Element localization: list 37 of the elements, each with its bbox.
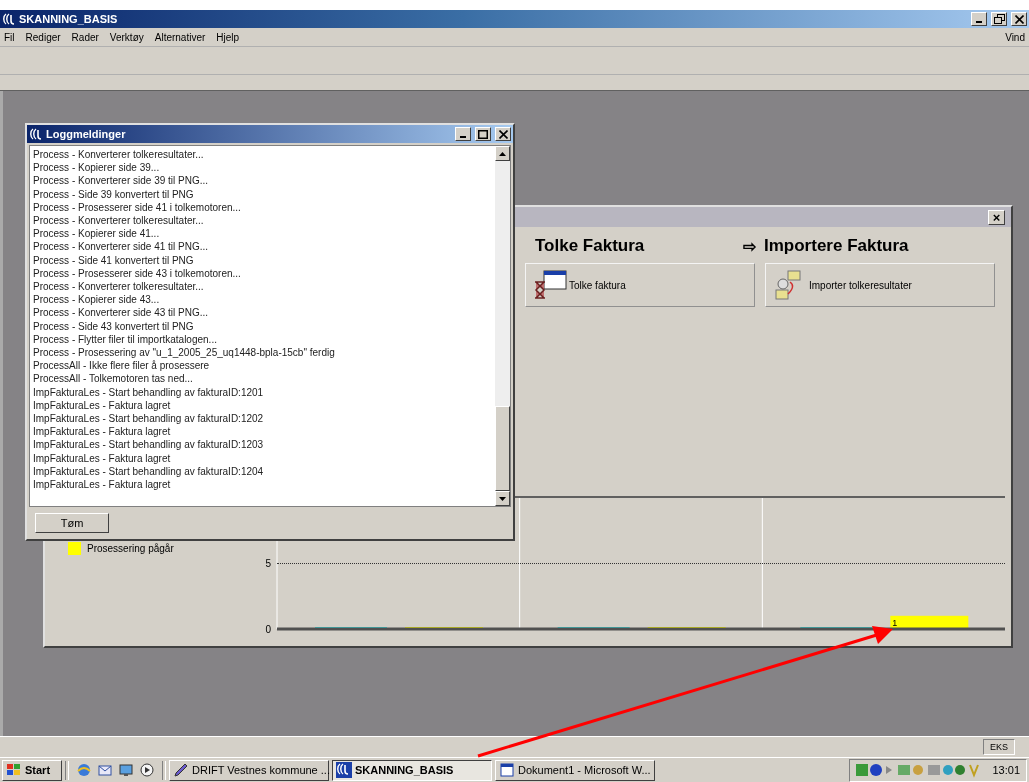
log-line: Process - Side 39 konvertert til PNG	[33, 187, 194, 201]
log-line: ImpFakturaLes - Faktura lagret	[33, 478, 171, 492]
clock: 13:01	[992, 764, 1020, 776]
log-line: Process - Konverterer tolkeresultater...	[33, 214, 204, 228]
log-line: Process - Prosesserer side 41 i tolkemotoren...	[33, 200, 241, 214]
log-line: Process - Flytter filer til importkatalogen...	[33, 332, 217, 347]
log-line: ImpFakturaLes - Start behandling av fakturaID:1202	[33, 412, 264, 426]
log-line: ProcessAll - Tolkemotoren tas ned...	[33, 372, 193, 386]
log-line: Process - Kopierer side 43...	[33, 293, 160, 307]
log-line: Process - Kopierer side 39...	[33, 161, 160, 175]
data-label: 1	[892, 617, 898, 628]
log-line: Process - Konverterer tolkeresultater...	[33, 148, 204, 162]
log-line: Process - Konverterer side 41 til PNG...	[33, 240, 209, 254]
log-line: Process - Side 41 konvertert til PNG	[33, 253, 194, 267]
step-heading: Importere Faktura	[764, 236, 909, 256]
axis-tick-label: 5	[265, 558, 271, 569]
window-title: Loggmeldinger	[46, 128, 127, 140]
window-title: SKANNING_BASIS	[19, 13, 119, 25]
arrow-icon: ⇨	[743, 236, 756, 256]
log-line: ImpFakturaLes - Faktura lagret	[33, 398, 171, 413]
log-line: ProcessAll - Ikke flere filer å prosessere	[33, 359, 210, 373]
axis-tick-label: 0	[265, 624, 271, 635]
legend-label: Prosessering pågår	[87, 543, 174, 554]
log-line: Process - Side 43 konvertert til PNG	[33, 319, 194, 333]
log-line: Process - Konverterer side 43 til PNG...	[33, 306, 209, 320]
log-line: Process - Kopierer side 41...	[33, 227, 160, 241]
status-indicator: EKS	[983, 739, 1015, 755]
log-line: Process - Prosesserer side 43 i tolkemotoren...	[33, 266, 241, 281]
log-line: ImpFakturaLes - Start behandling av fakturaID:1201	[33, 385, 264, 399]
step-heading: Tolke Faktura	[535, 236, 645, 256]
log-line: Process - Konverterer side 39 til PNG...	[33, 174, 209, 188]
log-line: ImpFakturaLes - Faktura lagret	[33, 451, 171, 465]
log-line: Process - Prosessering av "u_1_2005_25_uq1448-bpla-15cb" ferdig	[33, 346, 335, 360]
log-line: Process - Konverterer tolkeresultater...	[33, 280, 204, 294]
log-line: ImpFakturaLes - Start behandling av fakturaID:1204	[33, 464, 264, 479]
log-line: ImpFakturaLes - Faktura lagret	[33, 425, 171, 439]
log-line: ImpFakturaLes - Start behandling av fakturaID:1203	[33, 438, 264, 452]
